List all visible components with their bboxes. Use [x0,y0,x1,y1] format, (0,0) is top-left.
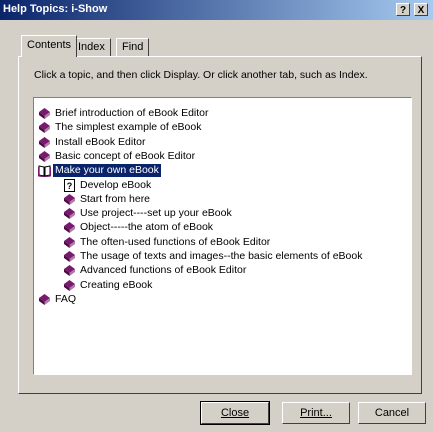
book-icon [38,136,51,149]
tree-item[interactable]: Use project----set up your eBook [63,207,403,220]
book-icon [63,236,76,249]
tree-item[interactable]: Install eBook Editor [38,136,378,149]
tree-item[interactable]: Advanced functions of eBook Editor [63,264,403,277]
book-icon [38,107,51,120]
tree-item-label: Start from here [80,192,151,205]
tree-item[interactable]: Object-----the atom of eBook [63,221,403,234]
tree-item-label: Develop eBook [80,178,152,191]
help-button[interactable]: ? [396,3,410,16]
tree-item-label: FAQ [55,292,77,305]
tree-item[interactable]: Start from here [63,193,403,206]
tree-item-label: Advanced functions of eBook Editor [80,264,247,277]
title-bar: Help Topics: i-Show ? X [0,0,433,20]
tree-item[interactable]: The simplest example of eBook [38,121,378,134]
tab-index[interactable]: Index [72,38,111,56]
book-icon [38,293,51,306]
topics-tree[interactable]: Brief introduction of eBook Editor The si… [33,97,412,375]
close-button-label: Close [220,407,250,419]
window-title: Help Topics: i-Show [3,3,108,15]
tree-item[interactable]: Creating eBook [63,279,403,292]
tree-item-label: Basic concept of eBook Editor [55,149,196,162]
close-window-button[interactable]: X [414,3,428,16]
tree-item-label: Object-----the atom of eBook [80,221,214,234]
help-topics-dialog: Help Topics: i-Show ? X Contents Index F… [0,0,433,432]
book-icon [63,221,76,234]
tree-item[interactable]: Basic concept of eBook Editor [38,150,378,163]
tree-item[interactable]: Make your own eBook [38,164,378,178]
tree-item-label: Use project----set up your eBook [80,207,232,220]
book-icon [63,193,76,206]
print-button[interactable]: Print... [282,402,350,424]
tree-item-label: Install eBook Editor [55,135,146,148]
cancel-button-label: Cancel [374,407,410,419]
close-button[interactable]: Close [200,401,270,425]
tree-item[interactable]: ? Develop eBook [63,178,403,192]
instruction-text: Click a topic, and then click Display. O… [34,69,368,81]
tree-item[interactable]: The often-used functions of eBook Editor [63,236,403,249]
book-icon [63,279,76,292]
book-icon [63,207,76,220]
book-icon [63,250,76,263]
tab-find[interactable]: Find [116,38,150,56]
tree-item-label: Brief introduction of eBook Editor [55,107,209,119]
tree-item-label: The often-used functions of eBook Editor [80,235,271,248]
tree-item-label: The usage of texts and images--the basic… [80,250,363,262]
tree-item[interactable]: The usage of texts and images--the basic… [63,250,403,263]
tree-item[interactable]: FAQ [38,293,378,306]
tree-item-label: Make your own eBook [53,164,161,178]
tab-contents[interactable]: Contents [21,35,78,57]
book-icon [63,264,76,277]
book-icon [38,121,51,134]
tree-item[interactable]: Brief introduction of eBook Editor [38,107,378,120]
book-icon [38,150,51,163]
open-book-icon [38,164,51,178]
tree-item-label: The simplest example of eBook [55,121,202,134]
help-page-icon: ? [63,178,76,192]
tree-item-label: Creating eBook [80,278,153,291]
cancel-button[interactable]: Cancel [358,402,426,424]
print-button-label: Print... [300,407,332,419]
svg-text:?: ? [67,181,73,191]
